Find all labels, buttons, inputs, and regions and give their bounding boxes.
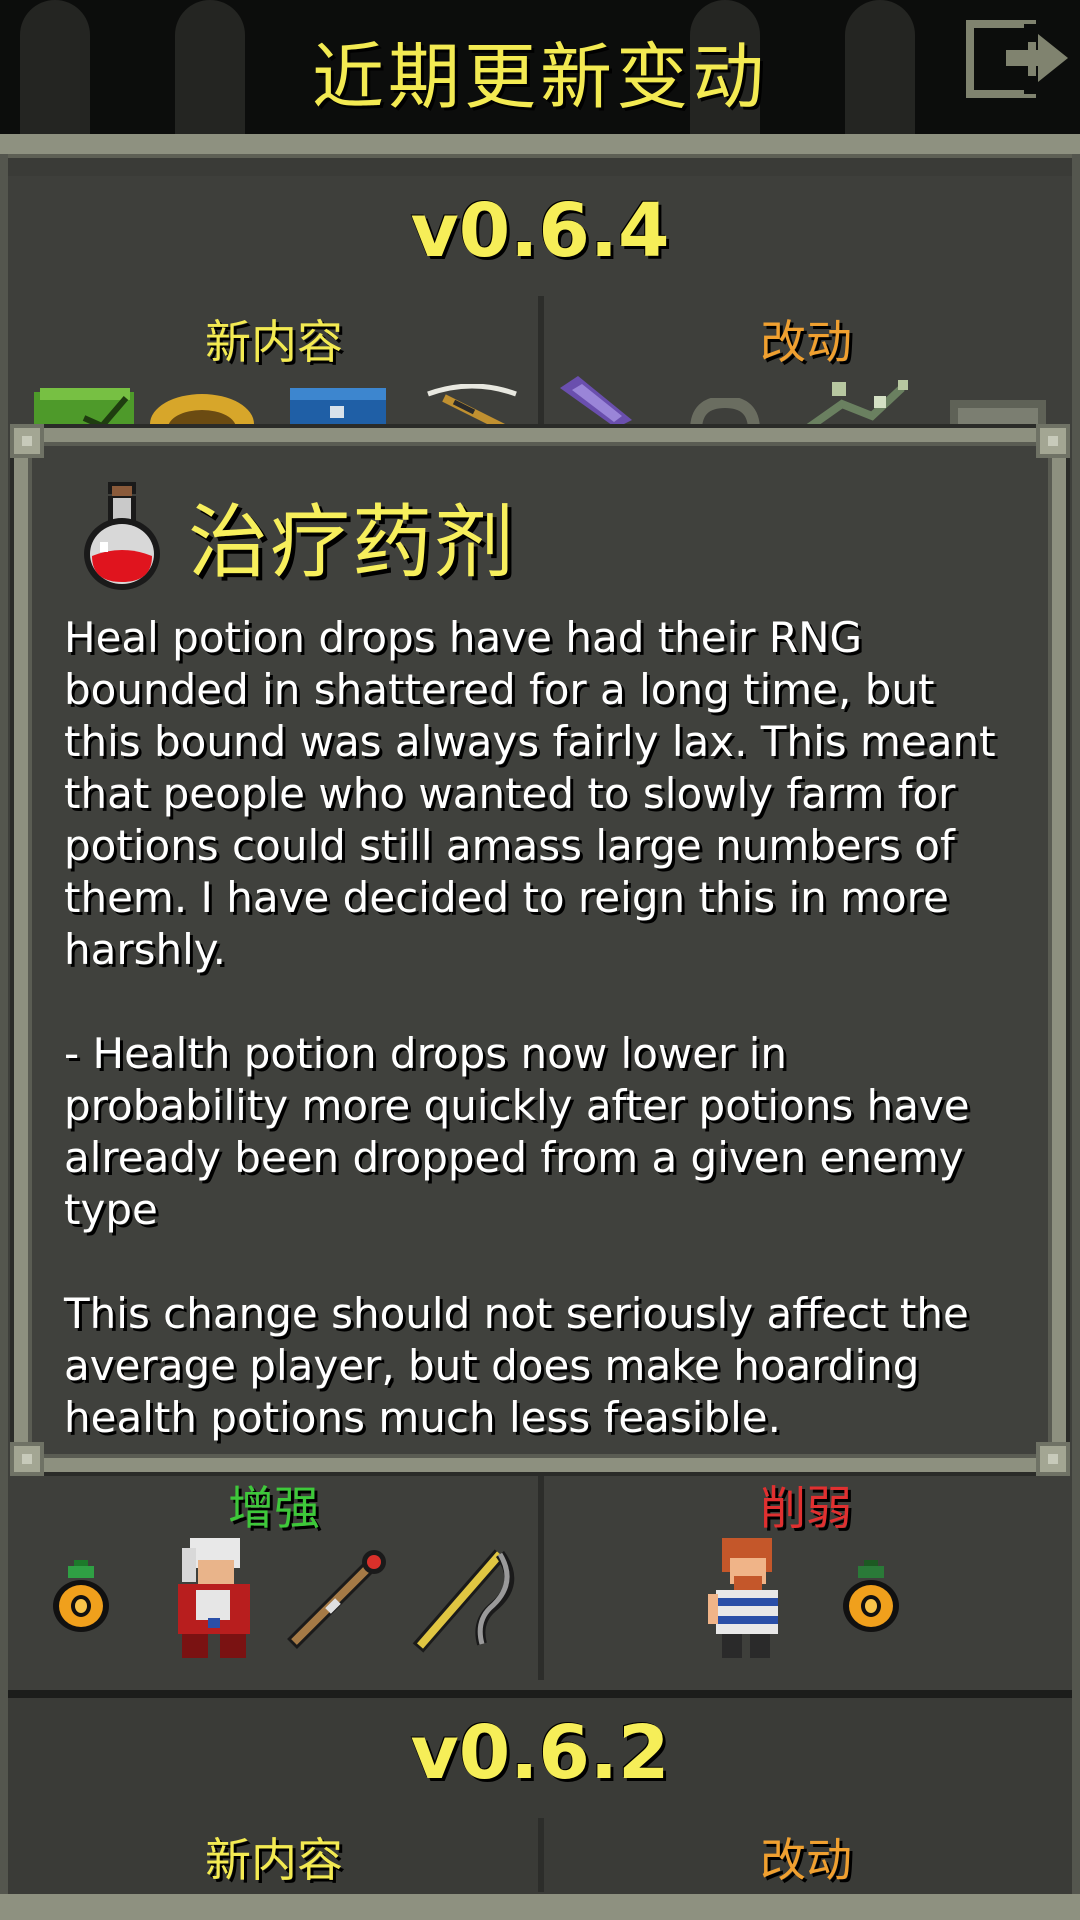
popup-description: Heal potion drops have had their RNG bou… <box>64 612 1024 1444</box>
version-heading: v0.6.2 <box>410 1710 670 1796</box>
purple-wand-icon[interactable] <box>556 376 636 432</box>
bow-icon[interactable] <box>424 383 520 434</box>
popup-title: 治疗药剂 <box>188 496 516 589</box>
frame-left <box>0 154 8 1920</box>
description-paragraph: - Health potion drops now lower in proba… <box>64 1029 983 1234</box>
nerfs-label: 削弱 <box>760 1481 852 1535</box>
seed-pod-icon[interactable] <box>838 1560 904 1636</box>
exit-button[interactable] <box>966 20 1070 98</box>
changes-label: 改动 <box>760 315 852 369</box>
changes-label: 改动 <box>760 1833 852 1887</box>
top-bar: 近期更新变动 <box>0 0 1080 138</box>
page-title: 近期更新变动 <box>311 35 768 119</box>
buffs-label: 增强 <box>228 1481 320 1535</box>
popup-corner <box>10 1442 44 1476</box>
column-divider <box>538 1818 544 1892</box>
whip-icon[interactable] <box>412 1544 522 1658</box>
healing-potion-icon <box>82 482 162 596</box>
new-content-label: 新内容 <box>205 1833 343 1887</box>
mage-hero-icon[interactable] <box>168 1538 260 1664</box>
window-frame-bottom <box>0 1894 1080 1920</box>
column-divider <box>538 296 544 426</box>
column-divider <box>538 1470 544 1680</box>
frame-right <box>1072 154 1080 1920</box>
window-frame <box>0 134 1080 158</box>
warrior-hero-icon[interactable] <box>704 1538 788 1664</box>
popup-corner <box>1036 1442 1070 1476</box>
new-content-label: 新内容 <box>205 315 343 369</box>
vine-plant-icon[interactable] <box>802 374 926 434</box>
magic-staff-icon[interactable] <box>282 1544 392 1658</box>
seed-pod-icon[interactable] <box>48 1560 114 1636</box>
section-separator <box>8 1690 1072 1698</box>
popup-corner <box>10 424 44 458</box>
description-paragraph: Heal potion drops have had their RNG bou… <box>64 613 1009 974</box>
description-paragraph: This change should not seriously affect … <box>64 1289 983 1442</box>
version-heading: v0.6.4 <box>410 188 670 274</box>
exit-icon <box>966 20 1068 98</box>
popup-corner <box>1036 424 1070 458</box>
